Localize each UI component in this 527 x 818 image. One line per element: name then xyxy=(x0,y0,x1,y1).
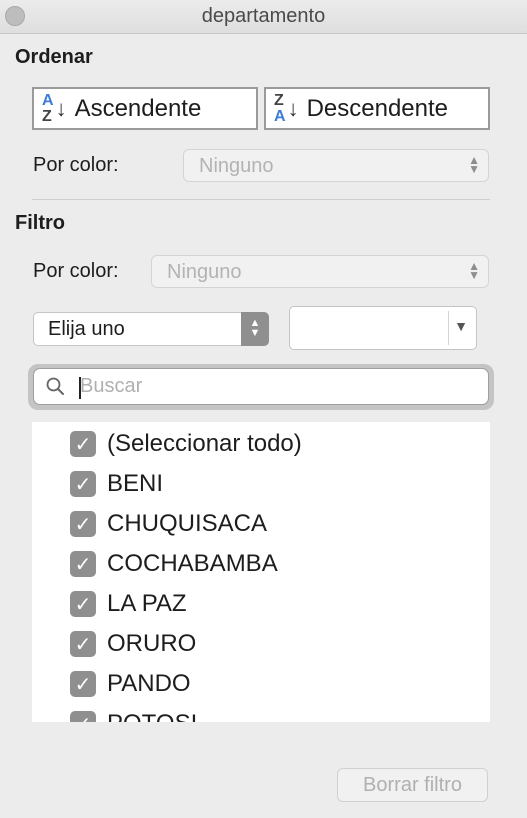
combo-separator xyxy=(448,311,449,345)
list-item-label: (Seleccionar todo) xyxy=(107,430,302,457)
sort-za-icon: Z A xyxy=(274,91,286,125)
filter-by-color-label: Por color: xyxy=(33,260,119,282)
clear-filter-button[interactable]: Borrar filtro xyxy=(337,768,488,802)
list-item-label: BENI xyxy=(107,470,164,497)
checkbox-checked-icon[interactable]: ✓ xyxy=(70,591,96,617)
list-item-label: COCHABAMBA xyxy=(107,550,278,577)
sort-descending-button[interactable]: Z A ↓ Descendente xyxy=(264,87,490,130)
divider xyxy=(32,199,490,200)
chevron-down-icon[interactable]: ▼ xyxy=(454,318,468,334)
down-arrow-icon: ↓ xyxy=(55,95,67,121)
checkbox-checked-icon[interactable]: ✓ xyxy=(70,711,96,722)
list-item-label: ORURO xyxy=(107,630,197,657)
list-item[interactable]: ✓ (Seleccionar todo) xyxy=(70,424,302,464)
title-bar: departamento xyxy=(0,0,527,34)
list-item[interactable]: ✓ BENI xyxy=(70,464,163,504)
search-icon xyxy=(46,377,64,395)
sort-ascending-label: Ascendente xyxy=(74,94,202,122)
list-item-label: PANDO xyxy=(107,670,191,697)
sort-az-icon: A Z xyxy=(42,91,54,125)
filter-by-color-value: Ninguno xyxy=(167,261,242,283)
checkbox-checked-icon[interactable]: ✓ xyxy=(70,631,96,657)
window-title: departamento xyxy=(201,5,326,27)
list-item[interactable]: ✓ CHUQUISACA xyxy=(70,504,267,544)
checkbox-checked-icon[interactable]: ✓ xyxy=(70,431,96,457)
checkbox-checked-icon[interactable]: ✓ xyxy=(70,471,96,497)
list-item-label: LA PAZ xyxy=(107,590,187,617)
sort-ascending-button[interactable]: A Z ↓ Ascendente xyxy=(32,87,258,130)
sort-descending-label: Descendente xyxy=(306,94,448,122)
sort-by-color-value: Ninguno xyxy=(199,155,274,177)
filter-values-list[interactable]: ✓ (Seleccionar todo) ✓ BENI ✓ CHUQUISACA… xyxy=(32,422,490,722)
search-placeholder: Buscar xyxy=(80,375,143,397)
down-arrow-icon: ↓ xyxy=(287,95,299,121)
list-item[interactable]: ✓ PANDO xyxy=(70,664,191,704)
checkbox-checked-icon[interactable]: ✓ xyxy=(70,671,96,697)
filter-value-combobox[interactable]: ▼ xyxy=(289,306,477,350)
chevron-updown-icon: ▲ ▼ xyxy=(468,259,480,282)
filter-by-color-select[interactable]: Ninguno ▲ ▼ xyxy=(151,255,489,288)
list-item-label: CHUQUISACA xyxy=(107,510,268,537)
chevron-updown-icon: ▲ ▼ xyxy=(241,312,269,346)
filter-heading: Filtro xyxy=(15,212,65,234)
sort-by-color-label: Por color: xyxy=(33,154,119,176)
list-item[interactable]: ✓ COCHABAMBA xyxy=(70,544,278,584)
sort-by-color-select[interactable]: Ninguno ▲ ▼ xyxy=(183,149,489,182)
filter-condition-value: Elija uno xyxy=(48,318,125,340)
sort-heading: Ordenar xyxy=(15,46,93,68)
checkbox-checked-icon[interactable]: ✓ xyxy=(70,551,96,577)
list-item[interactable]: ✓ POTOSI xyxy=(70,704,197,722)
checkbox-checked-icon[interactable]: ✓ xyxy=(70,511,96,537)
list-item-label: POTOSI xyxy=(107,710,197,722)
chevron-updown-icon: ▲ ▼ xyxy=(468,153,480,176)
list-item[interactable]: ✓ ORURO xyxy=(70,624,196,664)
search-input[interactable]: Buscar xyxy=(33,368,489,405)
filter-condition-select[interactable]: Elija uno ▲ ▼ xyxy=(33,312,269,346)
list-item[interactable]: ✓ LA PAZ xyxy=(70,584,187,624)
